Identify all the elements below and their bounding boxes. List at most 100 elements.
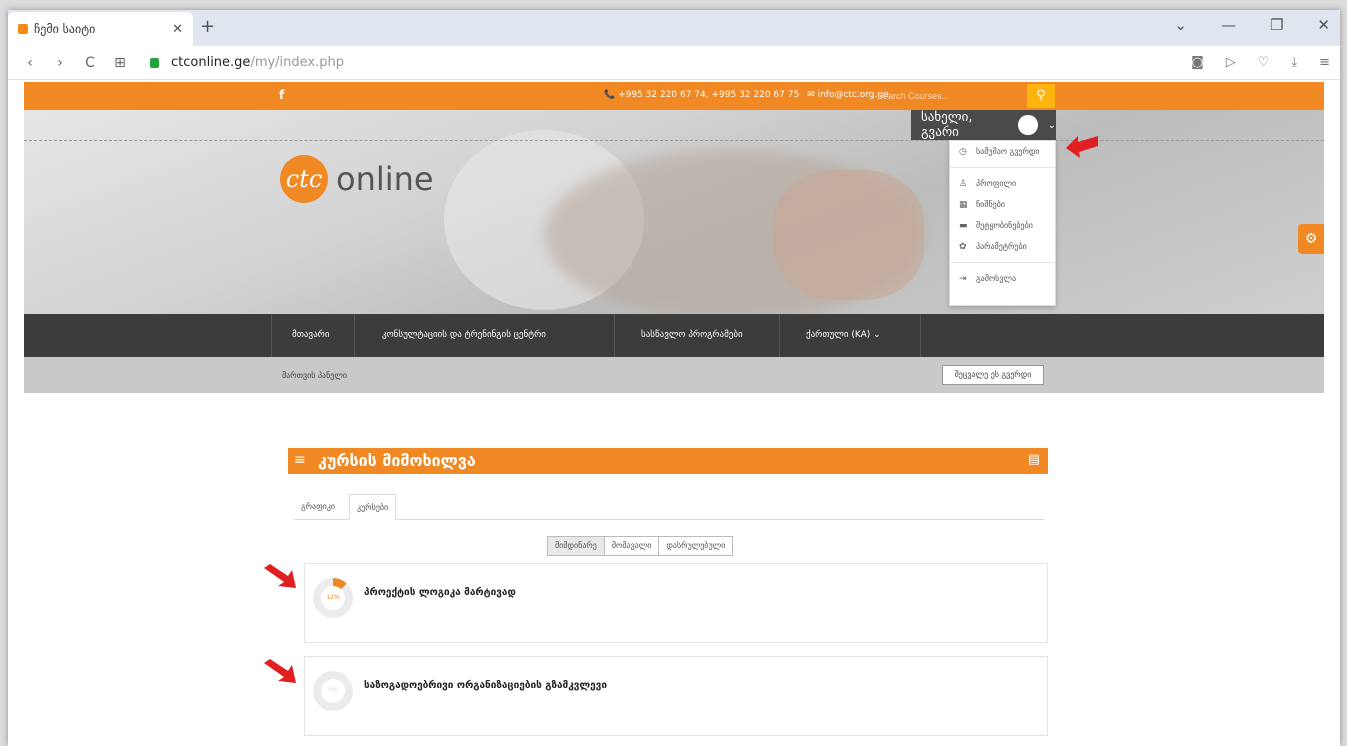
main-navigation: მთავარი კონსულტაციის და ტრენინგის ცენტრი… [24, 314, 1324, 357]
menu-item-label: პროფილი [976, 179, 1017, 188]
toolbar-icons: ◙ ▷ ♡ ⤓ ≡ [1191, 55, 1330, 70]
search-button[interactable]: ⚲ [1027, 84, 1055, 108]
new-tab-button[interactable]: + [200, 16, 215, 37]
menu-item-dashboard[interactable]: ◷ სამუშაო გვერდი [950, 141, 1055, 162]
nav-item-language[interactable]: ქართული (KA) ⌄ [806, 314, 881, 357]
user-name: სახელი, გვარი [921, 110, 973, 140]
menu-item-label: პარამეტრები [976, 242, 1027, 251]
bookmark-icon[interactable]: ♡ [1258, 55, 1270, 70]
menu-item-logout[interactable]: ⇥ გამოსვლა [950, 268, 1055, 289]
site-logo[interactable]: ctc online [280, 155, 434, 203]
overview-tabs: გრაფიკი კურსები [294, 494, 1044, 520]
nav-item-programs[interactable]: სასწავლო პროგრამები [641, 314, 743, 357]
back-button[interactable]: ‹ [22, 55, 38, 71]
top-bar: f 📞 +995 32 220 67 74, +995 32 220 67 75… [24, 82, 1324, 110]
menu-item-grades[interactable]: ▦ ნიშნები [950, 194, 1055, 215]
menu-item-preferences[interactable]: ✿ პარამეტრები [950, 236, 1055, 257]
nav-item-home[interactable]: მთავარი [292, 314, 330, 357]
menu-icon[interactable]: ≡ [1319, 55, 1330, 70]
course-card[interactable]: 0% საზოგადოებრივი ორგანიზაციების გზამკვლ… [304, 656, 1048, 736]
gear-icon: ✿ [959, 241, 967, 252]
course-card[interactable]: 12% პროექტის ლოგიკა მარტივად [304, 563, 1048, 643]
url-domain: ctconline.ge [171, 55, 251, 70]
menu-item-label: სამუშაო გვერდი [976, 147, 1040, 156]
course-title[interactable]: პროექტის ლოგიკა მარტივად [364, 587, 516, 598]
progress-label: 12% [321, 586, 345, 610]
browser-window: ჩემი საიტი ✕ + ⌄ — ❐ ✕ ‹ › C ⊞ ctconline… [8, 10, 1340, 746]
maximize-button[interactable]: ❐ [1270, 16, 1283, 34]
contact-info: 📞 +995 32 220 67 74, +995 32 220 67 75 ✉… [604, 90, 889, 100]
menu-item-profile[interactable]: ♙ პროფილი [950, 173, 1055, 194]
tab-title: ჩემი საიტი [34, 22, 96, 36]
tab-bar: ჩემი საიტი ✕ + ⌄ — ❐ ✕ [8, 10, 1340, 46]
menu-item-messages[interactable]: ▬ შეტყობინებები [950, 215, 1055, 236]
menu-item-label: გამოსვლა [976, 274, 1017, 283]
window-controls: ⌄ — ❐ ✕ [1174, 16, 1330, 34]
apps-icon[interactable]: ⊞ [112, 55, 128, 71]
user-icon: ♙ [959, 178, 968, 189]
lock-icon [150, 57, 159, 68]
logo-word: online [336, 160, 434, 198]
edit-page-button[interactable]: შეცვალე ეს გვერდი [942, 365, 1044, 385]
message-icon: ▬ [959, 220, 968, 231]
breadcrumb-dashboard[interactable]: მართვის პანელი [282, 371, 347, 380]
forward-button[interactable]: › [52, 55, 68, 71]
phone-text: 📞 +995 32 220 67 74, +995 32 220 67 75 [604, 90, 800, 100]
nav-item-center[interactable]: კონსულტაციის და ტრენინგის ცენტრი [382, 314, 546, 357]
user-dropdown-menu: ◷ სამუშაო გვერდი ♙ პროფილი ▦ ნიშნები ▬ შ… [949, 140, 1056, 306]
filter-future[interactable]: მომავალი [603, 536, 660, 556]
close-tab-icon[interactable]: ✕ [172, 22, 183, 37]
dashed-divider [24, 140, 1324, 141]
search-input[interactable] [877, 87, 1027, 105]
address-bar: ‹ › C ⊞ ctconline.ge /my/index.php ◙ ▷ ♡… [8, 46, 1340, 80]
share-icon[interactable]: ▷ [1226, 55, 1236, 70]
filter-past[interactable]: დასრულებული [658, 536, 734, 556]
block-menu-icon[interactable]: ▤ [1028, 452, 1040, 467]
tab-courses[interactable]: კურსები [349, 494, 397, 520]
menu-item-label: შეტყობინებები [976, 221, 1033, 230]
minimize-button[interactable]: — [1221, 16, 1236, 34]
red-arrow-annotation [264, 564, 296, 588]
chevron-down-icon: ⌄ [1047, 119, 1056, 131]
url-path: /my/index.php [250, 55, 344, 70]
hamburger-icon[interactable]: ≡ [294, 452, 306, 468]
course-overview-header: ≡ კურსის მიმოხილვა ▤ [288, 448, 1048, 474]
red-arrow-annotation [264, 659, 296, 683]
dashboard-icon: ◷ [959, 146, 967, 157]
red-arrow-annotation [1066, 136, 1098, 158]
screenshot-icon[interactable]: ◙ [1191, 55, 1204, 70]
menu-divider [950, 262, 1055, 263]
nav-divider [779, 314, 780, 357]
reload-button[interactable]: C [82, 55, 98, 71]
settings-gear-icon[interactable]: ⚙ [1298, 224, 1324, 254]
web-page: f 📞 +995 32 220 67 74, +995 32 220 67 75… [24, 82, 1324, 746]
nav-divider [271, 314, 272, 357]
avatar [1018, 115, 1038, 135]
url-field[interactable]: ctconline.ge /my/index.php [150, 55, 344, 70]
logout-icon: ⇥ [959, 273, 967, 284]
course-overview-title: კურსის მიმოხილვა [318, 451, 476, 470]
close-window-button[interactable]: ✕ [1317, 16, 1330, 34]
filter-in-progress[interactable]: მიმდინარე [547, 536, 605, 556]
nav-divider [354, 314, 355, 357]
grades-icon: ▦ [959, 199, 968, 210]
nav-divider [614, 314, 615, 357]
tab-list-icon[interactable]: ⌄ [1174, 16, 1187, 34]
course-title[interactable]: საზოგადოებრივი ორგანიზაციების გზამკვლევი [364, 680, 607, 691]
menu-item-label: ნიშნები [976, 200, 1005, 209]
logo-mark: ctc [280, 155, 328, 203]
progress-ring: 12% [313, 578, 353, 618]
favicon-icon [18, 24, 28, 34]
progress-label: 0% [321, 679, 345, 703]
browser-tab[interactable]: ჩემი საიტი ✕ [8, 12, 193, 46]
download-icon[interactable]: ⤓ [1291, 55, 1297, 70]
user-menu-toggle[interactable]: სახელი, გვარი ⌄ [911, 110, 1056, 140]
progress-ring: 0% [313, 671, 353, 711]
hero-image-shape [774, 170, 924, 300]
hero-banner: ctc online სახელი, გვარი ⌄ ⚙ [24, 110, 1324, 314]
tab-timeline[interactable]: გრაფიკი [294, 494, 342, 520]
facebook-icon[interactable]: f [279, 88, 284, 102]
breadcrumb: მართვის პანელი შეცვალე ეს გვერდი [24, 357, 1324, 393]
nav-divider [920, 314, 921, 357]
menu-divider [950, 167, 1055, 168]
